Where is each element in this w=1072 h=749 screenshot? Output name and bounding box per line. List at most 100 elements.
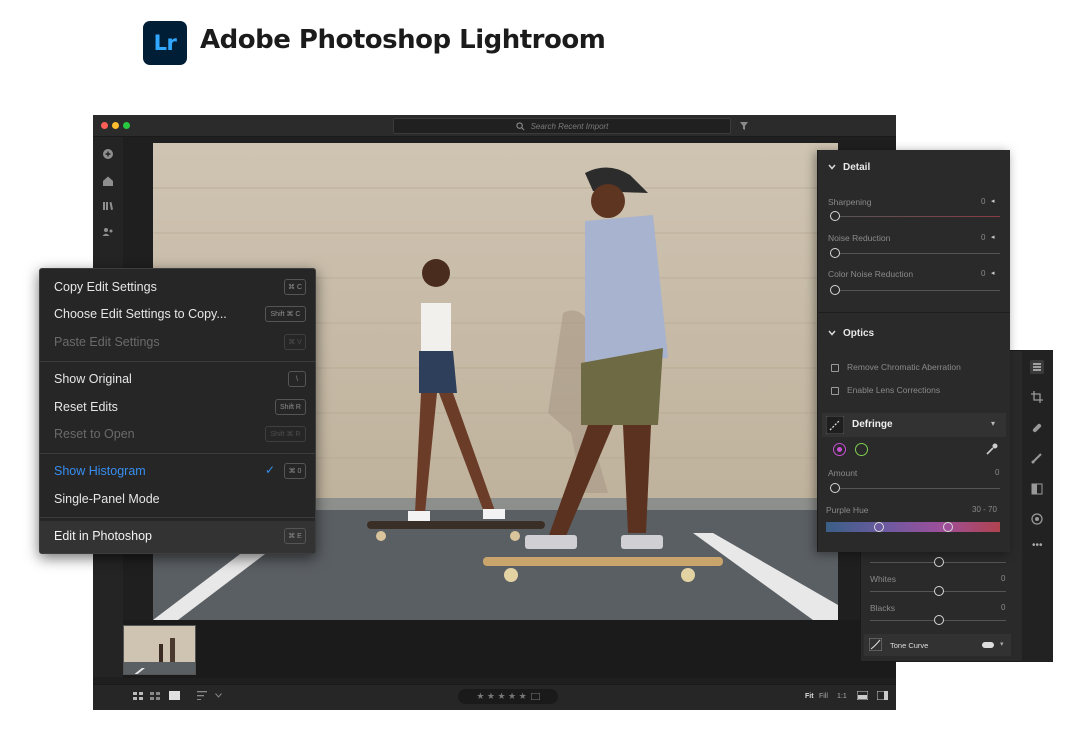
one-to-one-zoom-button[interactable]: 1:1 bbox=[837, 693, 847, 700]
zoom-window-button[interactable] bbox=[123, 122, 130, 129]
menu-item-show-histogram[interactable]: Show Histogram bbox=[54, 464, 146, 478]
shortcut-badge: ⌘ C bbox=[284, 279, 306, 295]
purple-hue-range-track bbox=[826, 522, 1000, 532]
menu-item-reset-edits[interactable]: Reset Edits bbox=[54, 400, 118, 414]
detail-header[interactable]: Detail bbox=[843, 162, 870, 173]
purple-hue-max-knob[interactable] bbox=[943, 522, 953, 532]
blacks-slider-knob[interactable] bbox=[934, 615, 944, 625]
whites-slider-knob[interactable] bbox=[934, 586, 944, 596]
blacks-value: 0 bbox=[1001, 603, 1006, 612]
sort-icon[interactable] bbox=[197, 691, 209, 700]
more-icon[interactable]: ••• bbox=[1032, 540, 1043, 551]
purple-fringe-selector[interactable] bbox=[833, 443, 846, 456]
enable-lens-corrections-checkbox[interactable] bbox=[831, 387, 839, 395]
close-window-button[interactable] bbox=[101, 122, 108, 129]
remove-chromatic-aberration-label: Remove Chromatic Aberration bbox=[847, 362, 961, 372]
shortcut-badge: Shift R bbox=[275, 399, 306, 415]
shortcut-badge: Shift ⌘ R bbox=[265, 426, 306, 442]
tone-curve-label: Tone Curve bbox=[890, 641, 929, 650]
noise-reduction-reset-icon[interactable]: ◂ bbox=[991, 233, 995, 241]
sharpening-knob[interactable] bbox=[830, 211, 840, 221]
menu-item-edit-in-photoshop[interactable]: Edit in Photoshop bbox=[54, 529, 152, 543]
detail-view-icon[interactable] bbox=[169, 691, 180, 700]
amount-track bbox=[836, 488, 1000, 489]
crop-icon[interactable] bbox=[1030, 390, 1044, 404]
menu-separator bbox=[40, 361, 315, 362]
color-noise-reset-icon[interactable]: ◂ bbox=[991, 269, 995, 277]
shortcut-badge: ⌘ E bbox=[284, 528, 306, 544]
purple-fringe-dot bbox=[837, 446, 842, 452]
chevron-down-icon[interactable] bbox=[828, 330, 836, 336]
library-icon[interactable] bbox=[101, 199, 115, 213]
menu-item-copy-edit-settings[interactable]: Copy Edit Settings bbox=[54, 280, 157, 294]
brush-icon[interactable] bbox=[1030, 451, 1044, 465]
menu-separator bbox=[40, 517, 315, 518]
menu-item-single-panel-mode[interactable]: Single-Panel Mode bbox=[54, 492, 160, 506]
eyedropper-icon[interactable] bbox=[985, 442, 999, 456]
flag-icon[interactable] bbox=[530, 693, 540, 700]
defringe-chevron-icon[interactable]: ▾ bbox=[991, 419, 995, 428]
panel-divider bbox=[817, 312, 1010, 313]
rating-stars[interactable]: ★ ★ ★ ★ ★ bbox=[458, 689, 558, 704]
noise-reduction-knob[interactable] bbox=[830, 248, 840, 258]
color-noise-value: 0 bbox=[981, 269, 986, 278]
checkmark-icon: ✓ bbox=[265, 463, 276, 477]
chevron-down-icon[interactable] bbox=[828, 164, 836, 170]
add-photos-icon[interactable] bbox=[101, 147, 115, 161]
square-grid-icon[interactable] bbox=[150, 692, 160, 700]
purple-hue-min-knob[interactable] bbox=[874, 522, 884, 532]
radial-gradient-icon[interactable] bbox=[1030, 512, 1044, 526]
stars[interactable]: ★ ★ ★ ★ ★ bbox=[476, 691, 526, 702]
amount-knob[interactable] bbox=[830, 483, 840, 493]
filter-icon[interactable] bbox=[739, 121, 749, 131]
people-icon[interactable] bbox=[101, 225, 115, 239]
sharpening-value: 0 bbox=[981, 197, 986, 206]
noise-reduction-track bbox=[836, 253, 1000, 254]
sharpening-reset-icon[interactable]: ◂ bbox=[991, 197, 995, 205]
lightroom-logo: Lr bbox=[143, 21, 187, 65]
remove-chromatic-aberration-checkbox[interactable] bbox=[831, 364, 839, 372]
home-icon[interactable] bbox=[101, 174, 115, 188]
compare-view-icon[interactable] bbox=[857, 691, 868, 700]
grid-view-icon[interactable] bbox=[133, 692, 143, 700]
menu-item-show-original[interactable]: Show Original bbox=[54, 372, 132, 386]
minimize-window-button[interactable] bbox=[112, 122, 119, 129]
sharpening-track bbox=[836, 216, 1000, 217]
filmstrip-thumbnail[interactable] bbox=[123, 625, 196, 675]
panel-toggle-icon[interactable] bbox=[877, 691, 888, 700]
color-noise-knob[interactable] bbox=[830, 285, 840, 295]
shortcut-badge: ⌘ V bbox=[284, 334, 306, 350]
defringe-icon bbox=[826, 416, 844, 434]
defringe-header[interactable] bbox=[822, 413, 1006, 437]
tone-curve-toggle[interactable] bbox=[982, 642, 994, 648]
healing-brush-icon[interactable] bbox=[1030, 421, 1044, 435]
green-fringe-selector[interactable] bbox=[855, 443, 868, 456]
amount-value: 0 bbox=[995, 468, 1000, 477]
edit-sliders-icon[interactable] bbox=[1030, 360, 1044, 374]
sharpening-label: Sharpening bbox=[828, 197, 872, 207]
search-icon bbox=[515, 121, 525, 130]
blacks-label: Blacks bbox=[870, 603, 896, 613]
menu-item-choose-edit-settings[interactable]: Choose Edit Settings to Copy... bbox=[54, 307, 227, 321]
menu-item-reset-to-open: Reset to Open bbox=[54, 427, 135, 441]
fit-zoom-button[interactable]: Fit bbox=[805, 693, 814, 700]
noise-reduction-value: 0 bbox=[981, 233, 986, 242]
defringe-title: Defringe bbox=[852, 419, 893, 430]
chevron-down-icon[interactable] bbox=[215, 693, 222, 698]
menu-item-paste-edit-settings: Paste Edit Settings bbox=[54, 335, 160, 349]
search-field[interactable]: Search Recent Import bbox=[393, 118, 731, 134]
menu-separator bbox=[40, 453, 315, 454]
slider-knob[interactable] bbox=[934, 557, 944, 567]
purple-hue-label: Purple Hue bbox=[826, 505, 869, 515]
detail-optics-panel bbox=[817, 150, 1010, 552]
linear-gradient-icon[interactable] bbox=[1030, 482, 1044, 496]
tone-curve-chevron-icon[interactable]: ▾ bbox=[1000, 640, 1004, 648]
optics-header[interactable]: Optics bbox=[843, 328, 874, 339]
noise-reduction-label: Noise Reduction bbox=[828, 233, 891, 243]
shortcut-badge: \ bbox=[288, 371, 306, 387]
whites-label: Whites bbox=[870, 574, 896, 584]
purple-hue-value: 30 - 70 bbox=[972, 505, 997, 514]
fill-zoom-button[interactable]: Fill bbox=[819, 693, 828, 700]
shortcut-badge: Shift ⌘ C bbox=[265, 306, 306, 322]
color-noise-track bbox=[836, 290, 1000, 291]
